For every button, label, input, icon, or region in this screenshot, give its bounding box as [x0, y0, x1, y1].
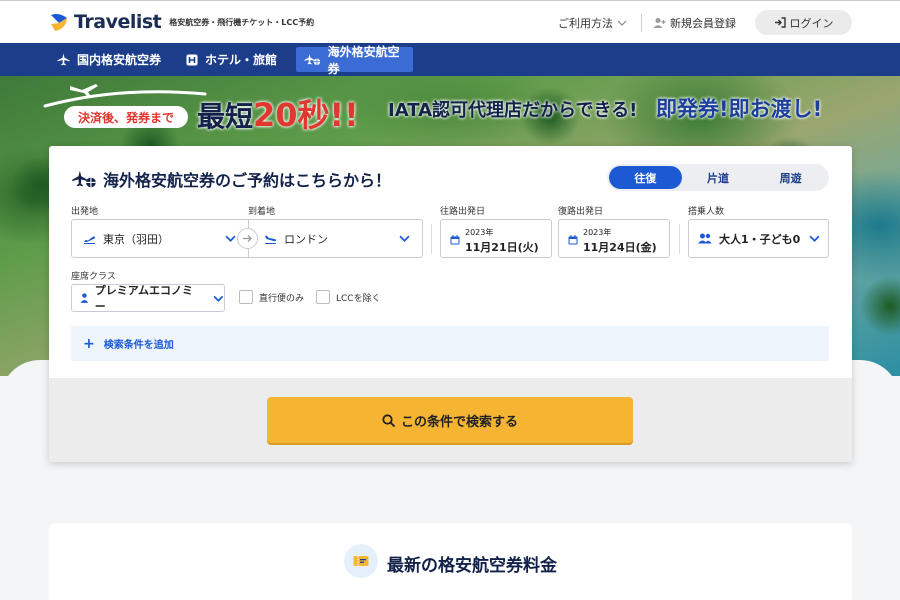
depart-date: 11月21日(火)	[465, 241, 539, 254]
tab-label: ホテル・旅館	[205, 53, 278, 67]
login-icon	[774, 17, 786, 28]
search-footer: この条件で検索する	[49, 378, 852, 462]
cabin-label: 座席クラス	[71, 272, 116, 282]
banner-number: 20	[253, 96, 298, 134]
tab-label: 海外格安航空券	[327, 44, 400, 76]
return-label: 復路出発日	[558, 207, 604, 217]
palm-decoration	[860, 276, 900, 336]
departure-icon	[84, 236, 96, 244]
register-label: 新規会員登録	[670, 16, 736, 30]
ticket-icon	[344, 544, 378, 578]
search-icon	[382, 413, 395, 427]
main-nav: 国内格安航空券 ホテル・旅館 海外格安航空券	[0, 43, 900, 76]
tab-hotels[interactable]: ホテル・旅館	[178, 47, 285, 72]
add-conditions-button[interactable]: + 検索条件を追加	[71, 326, 829, 361]
register-link[interactable]: 新規会員登録	[653, 15, 736, 31]
users-icon	[698, 233, 712, 244]
person-icon	[80, 293, 89, 303]
origin-label: 出発地	[71, 207, 99, 217]
airplane-globe-icon	[72, 170, 96, 188]
field-divider	[431, 224, 432, 254]
chevron-down-icon	[225, 235, 236, 242]
banner-pill: 決済後、発券まで	[64, 106, 188, 128]
return-date-picker[interactable]: 2023年 11月24日(金)	[558, 219, 670, 258]
plus-icon: +	[83, 335, 95, 352]
arrow-right-icon	[243, 235, 252, 242]
search-title-text: 海外格安航空券のご予約はこちらから！	[103, 171, 392, 190]
banner-highlight-text: 即発券!即お渡し!	[656, 97, 823, 121]
tab-domestic-flights[interactable]: 国内格安航空券	[49, 47, 169, 72]
depart-year: 2023年	[465, 228, 494, 237]
origin-select[interactable]: 東京（羽田）	[83, 220, 243, 257]
login-label: ログイン	[789, 16, 834, 30]
passenger-value: 大人1・子ども0	[719, 232, 801, 246]
trip-round-trip[interactable]: 往復	[609, 166, 682, 189]
checkbox-box[interactable]	[316, 290, 330, 304]
chevron-down-icon	[213, 295, 224, 302]
return-date: 11月24日(金)	[583, 241, 657, 254]
banner-suffix: 秒!!	[297, 96, 359, 134]
logo-tagline: 格安航空券・飛行機チケット・LCC予約	[169, 17, 315, 27]
search-button-label: この条件で検索する	[400, 414, 518, 430]
login-button[interactable]: ログイン	[755, 10, 852, 35]
calendar-icon	[450, 235, 460, 245]
logo-text: Travelist	[74, 11, 162, 33]
help-link[interactable]: ご利用方法	[558, 15, 627, 31]
help-label: ご利用方法	[558, 16, 613, 30]
pax-label: 搭乗人数	[688, 207, 725, 217]
destination-value: ロンドン	[284, 232, 328, 246]
swap-route-button[interactable]	[237, 228, 258, 249]
checkbox-box[interactable]	[239, 290, 253, 304]
exclude-lcc-checkbox[interactable]: LCCを除く	[316, 290, 381, 304]
depart-label: 往路出発日	[440, 207, 486, 217]
chevron-down-icon	[399, 235, 410, 242]
direct-only-label: 直行便のみ	[259, 293, 305, 304]
arrival-icon	[265, 235, 277, 244]
origin-value: 東京（羽田）	[103, 232, 169, 246]
destination-select[interactable]: ロンドン	[264, 220, 419, 257]
flight-search-card: 海外格安航空券のご予約はこちらから！ 往復 片道 周遊 出発地 到着地 往路出発…	[49, 146, 852, 462]
chevron-down-icon	[617, 20, 627, 26]
destination-label: 到着地	[248, 207, 276, 217]
tab-label: 国内格安航空券	[77, 53, 162, 67]
add-conditions-label: 検索条件を追加	[103, 340, 174, 351]
calendar-icon	[568, 235, 578, 245]
trip-one-way[interactable]: 片道	[682, 166, 755, 189]
exclude-lcc-label: LCCを除く	[336, 293, 381, 304]
search-title: 海外格安航空券のご予約はこちらから！	[71, 167, 391, 191]
trip-multi-city[interactable]: 周遊	[754, 166, 827, 189]
add-user-icon	[653, 17, 666, 28]
search-button[interactable]: この条件で検索する	[267, 397, 633, 443]
banner-middle-text: IATA認可代理店だからできる!	[388, 100, 638, 121]
logo-mark-icon	[49, 12, 69, 32]
field-divider	[679, 224, 680, 254]
airplane-globe-icon	[304, 53, 321, 66]
airplane-icon	[57, 53, 70, 66]
return-year: 2023年	[583, 228, 612, 237]
cabin-value: プレミアムエコノミー	[94, 284, 194, 313]
logo[interactable]: Travelist 格安航空券・飛行機チケット・LCC予約	[49, 11, 314, 33]
banner-headline: 最短 20 秒!!	[197, 90, 359, 136]
top-header: Travelist 格安航空券・飛行機チケット・LCC予約 ご利用方法 新規会員…	[0, 0, 900, 43]
cabin-class-select[interactable]: プレミアムエコノミー	[71, 284, 225, 313]
header-divider	[641, 13, 642, 32]
passenger-select[interactable]: 大人1・子ども0	[688, 219, 829, 258]
depart-date-picker[interactable]: 2023年 11月21日(火)	[440, 219, 552, 258]
route-selector: 東京（羽田） ロンドン	[71, 219, 423, 258]
hotel-icon	[186, 54, 198, 65]
banner-prefix: 最短	[197, 100, 254, 133]
fares-title: 最新の格安航空券料金	[387, 556, 557, 576]
header-actions: ご利用方法 新規会員登録 ログイン	[558, 10, 852, 35]
direct-only-checkbox[interactable]: 直行便のみ	[239, 290, 304, 304]
latest-fares-section: 最新の格安航空券料金	[49, 523, 852, 600]
trip-type-toggle: 往復 片道 周遊	[607, 164, 829, 191]
tab-international-flights[interactable]: 海外格安航空券	[296, 45, 413, 76]
chevron-down-icon	[809, 235, 820, 242]
